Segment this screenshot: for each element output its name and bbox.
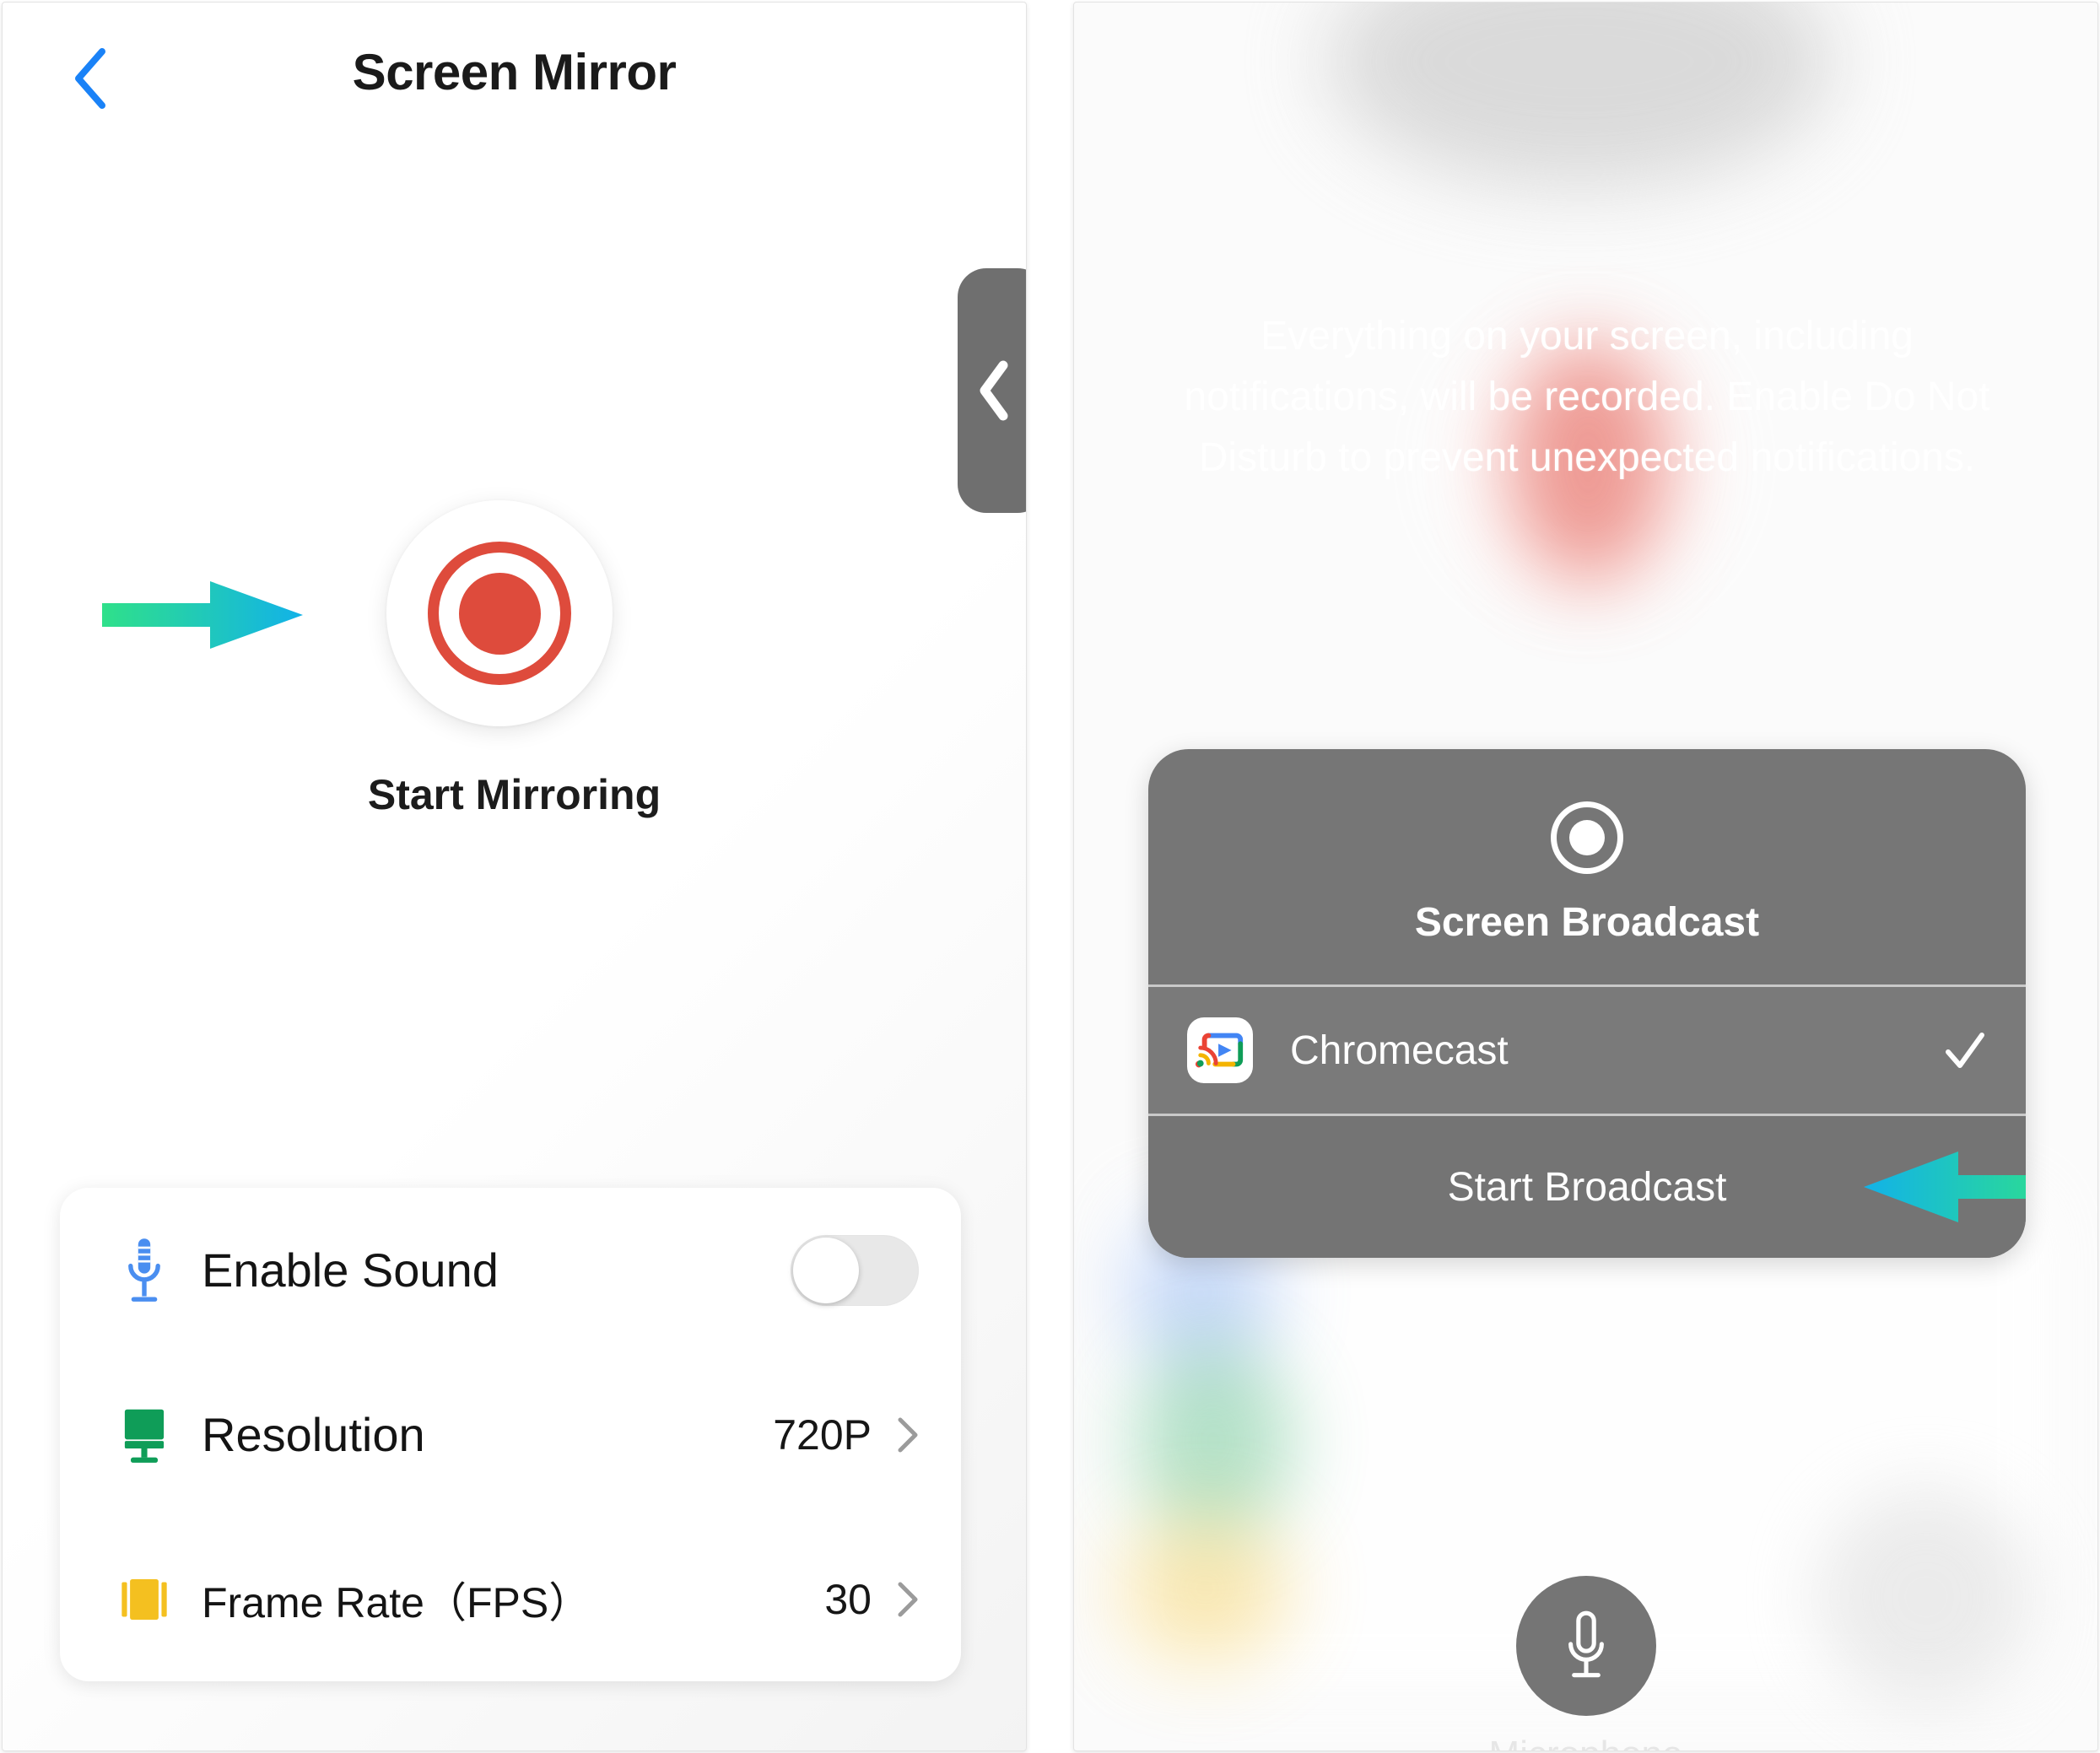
device-name: Chromecast [1290,1028,1509,1073]
setting-row-frame-rate[interactable]: Frame Rate（FPS） 30 [102,1517,919,1681]
recording-disclaimer: Everything on your screen, including not… [1184,314,1990,480]
record-icon [1551,801,1623,874]
screen-broadcast-sheet: Screen Broadcast Chromecast Start Broadc… [1148,749,2026,1258]
device-row-chromecast[interactable]: Chromecast [1148,987,2026,1114]
toggle-knob [793,1237,859,1303]
film-icon [102,1576,186,1623]
checkmark-icon [1946,1033,1984,1068]
screen-mirror-panel: Screen Mirror Start Mirroring Enable Sou… [2,2,1027,1751]
blurred-monitor-icon-blob [1133,1344,1293,1538]
blurred-header-blob [1327,3,1833,188]
microphone-icon [1568,1610,1604,1678]
page-title: Screen Mirror [352,44,677,100]
setting-row-enable-sound[interactable]: Enable Sound [102,1188,919,1352]
chevron-left-icon [980,360,1008,421]
microphone-button[interactable] [1515,1576,1656,1716]
microphone-icon [102,1235,186,1306]
record-dot [458,572,541,655]
start-mirroring-button[interactable] [386,500,613,726]
settings-card: Enable Sound Resolution 720P Frame Rate（… [60,1188,961,1681]
enable-sound-toggle[interactable] [791,1234,919,1306]
screenshot-stage: Screen Mirror Start Mirroring Enable Sou… [0,0,2100,1753]
start-mirroring-label: Start Mirroring [367,771,661,818]
setting-label-frame-rate: Frame Rate（FPS） [202,1578,591,1626]
resolution-value: 720P [773,1410,872,1459]
start-broadcast-label: Start Broadcast [1447,1164,1727,1210]
setting-label-enable-sound: Enable Sound [202,1243,499,1297]
frame-rate-value: 30 [824,1575,872,1623]
record-section: Start Mirroring [3,500,1026,888]
broadcast-panel: Everything on your screen, including not… [1073,2,2098,1751]
microphone-caption: Microphone [1074,1734,2097,1750]
setting-row-resolution[interactable]: Resolution 720P [102,1352,919,1517]
chevron-right-icon[interactable] [897,1416,919,1454]
sheet-title: Screen Broadcast [1414,900,1760,945]
start-broadcast-button[interactable]: Start Broadcast [1148,1116,2026,1258]
navigation-bar: Screen Mirror [3,3,1026,154]
setting-control-frame-rate: 30 [824,1575,919,1624]
monitor-icon [102,1406,186,1464]
record-icon [428,542,571,685]
sheet-header: Screen Broadcast [1148,749,2026,984]
blurred-right-blob [1817,1487,2036,1707]
setting-control-enable-sound [791,1234,919,1306]
side-drawer-handle[interactable] [958,268,1026,513]
chevron-right-icon[interactable] [897,1581,919,1618]
record-dot [1569,820,1605,855]
arrow-left-icon [1864,1152,2026,1222]
arrow-right-icon [102,581,303,649]
setting-control-resolution: 720P [773,1410,919,1459]
chromecast-icon [1187,1017,1253,1083]
blurred-film-icon-blob [1120,1513,1289,1664]
setting-label-resolution: Resolution [202,1408,425,1461]
